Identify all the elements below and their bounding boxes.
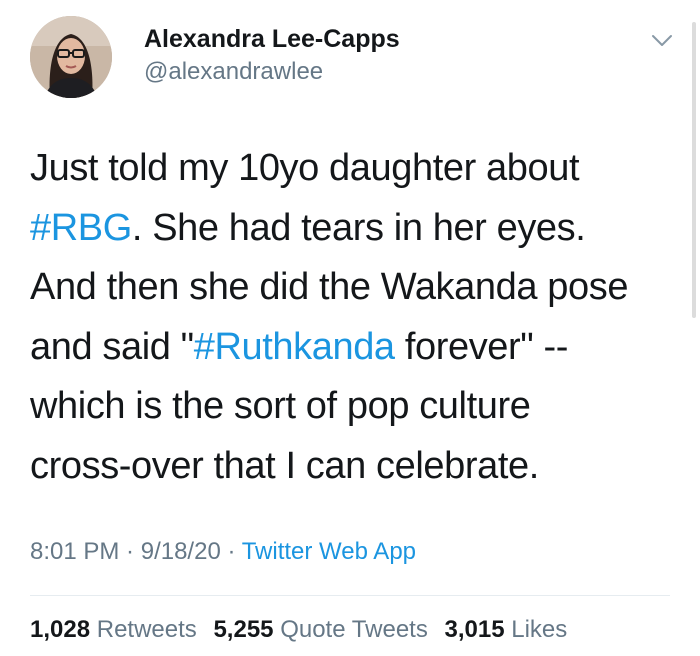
display-name[interactable]: Alexandra Lee-Capps xyxy=(144,22,400,56)
tweet-text-segment: forever" -- xyxy=(394,325,569,368)
tweet-time[interactable]: 8:01 PM xyxy=(30,538,119,565)
tweet-text-line: #RBG. She had tears in her eyes. xyxy=(30,199,680,259)
retweets-stat[interactable]: 1,028 Retweets xyxy=(30,616,197,643)
tweet-text-segment: which is the sort of pop culture xyxy=(30,385,531,427)
tweet-text-segment: Just told my 10yo daughter about xyxy=(30,147,580,189)
scrollbar[interactable] xyxy=(692,22,696,318)
quote-tweets-stat[interactable]: 5,255 Quote Tweets xyxy=(213,616,427,643)
tweet-text-segment: . She had tears in her eyes. xyxy=(131,206,586,249)
retweets-count: 1,028 xyxy=(30,616,91,643)
meta-separator: · xyxy=(119,538,141,565)
avatar[interactable] xyxy=(30,16,112,98)
retweets-label: Retweets xyxy=(96,616,197,643)
meta-separator: · xyxy=(220,538,242,565)
author-info: Alexandra Lee-Capps @alexandrawlee xyxy=(144,22,400,88)
tweet-text: Just told my 10yo daughter about #RBG. Sh… xyxy=(30,139,680,496)
hashtag-link[interactable]: #Ruthkanda xyxy=(194,326,395,368)
tweet-text-line: which is the sort of pop culture xyxy=(30,377,680,437)
divider xyxy=(30,595,670,596)
avatar-photo xyxy=(30,16,112,98)
tweet-date[interactable]: 9/18/20 xyxy=(141,538,221,565)
tweet-text-segment: cross-over that I can celebrate. xyxy=(30,444,539,487)
likes-count: 3,015 xyxy=(444,616,505,643)
tweet-text-line: Just told my 10yo daughter about xyxy=(30,139,680,199)
tweet-text-line: cross-over that I can celebrate. xyxy=(30,437,680,497)
chevron-down-icon[interactable] xyxy=(648,28,676,52)
tweet-text-line: And then she did the Wakanda pose xyxy=(30,258,680,318)
likes-label: Likes xyxy=(511,616,568,643)
tweet-card: Alexandra Lee-Capps @alexandrawlee Just … xyxy=(0,0,700,656)
tweet-stats: 1,028 Retweets 5,255 Quote Tweets 3,015 … xyxy=(30,612,577,648)
likes-stat[interactable]: 3,015 Likes xyxy=(445,616,568,643)
quote-tweets-label: Quote Tweets xyxy=(280,616,428,643)
handle[interactable]: @alexandrawlee xyxy=(144,56,400,88)
hashtag-link[interactable]: #RBG xyxy=(30,207,132,249)
tweet-text-segment: And then she did the Wakanda pose xyxy=(30,266,629,308)
tweet-text-line: and said "#Ruthkanda forever" -- xyxy=(30,318,680,378)
tweet-meta: 8:01 PM · 9/18/20 · Twitter Web App xyxy=(30,534,416,570)
quote-tweets-count: 5,255 xyxy=(213,616,274,643)
tweet-text-segment: and said " xyxy=(30,325,194,368)
tweet-source[interactable]: Twitter Web App xyxy=(242,538,416,565)
